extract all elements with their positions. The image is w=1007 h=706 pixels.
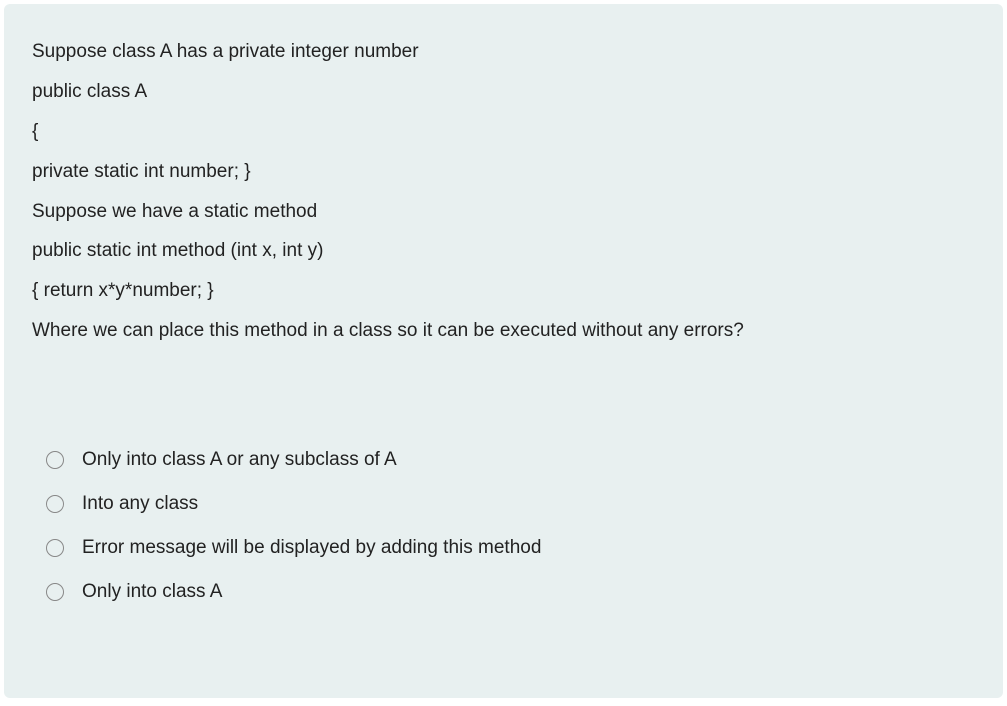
option-row-1[interactable]: Only into class A or any subclass of A bbox=[46, 449, 975, 471]
question-card: Suppose class A has a private integer nu… bbox=[4, 4, 1003, 698]
question-line: public class A bbox=[32, 72, 975, 112]
question-line: { bbox=[32, 112, 975, 152]
radio-icon bbox=[46, 495, 64, 513]
option-label: Only into class A bbox=[82, 581, 222, 603]
question-text: Suppose class A has a private integer nu… bbox=[32, 32, 975, 351]
options-container: Only into class A or any subclass of A I… bbox=[32, 449, 975, 603]
option-row-3[interactable]: Error message will be displayed by addin… bbox=[46, 537, 975, 559]
radio-icon bbox=[46, 539, 64, 557]
option-row-2[interactable]: Into any class bbox=[46, 493, 975, 515]
question-line: public static int method (int x, int y) bbox=[32, 231, 975, 271]
question-line: Suppose class A has a private integer nu… bbox=[32, 32, 975, 72]
radio-icon bbox=[46, 583, 64, 601]
option-label: Into any class bbox=[82, 493, 198, 515]
question-line: { return x*y*number; } bbox=[32, 271, 975, 311]
option-row-4[interactable]: Only into class A bbox=[46, 581, 975, 603]
option-label: Error message will be displayed by addin… bbox=[82, 537, 541, 559]
question-line: private static int number; } bbox=[32, 152, 975, 192]
question-line: Suppose we have a static method bbox=[32, 192, 975, 232]
question-line: Where we can place this method in a clas… bbox=[32, 311, 975, 351]
option-label: Only into class A or any subclass of A bbox=[82, 449, 397, 471]
radio-icon bbox=[46, 451, 64, 469]
